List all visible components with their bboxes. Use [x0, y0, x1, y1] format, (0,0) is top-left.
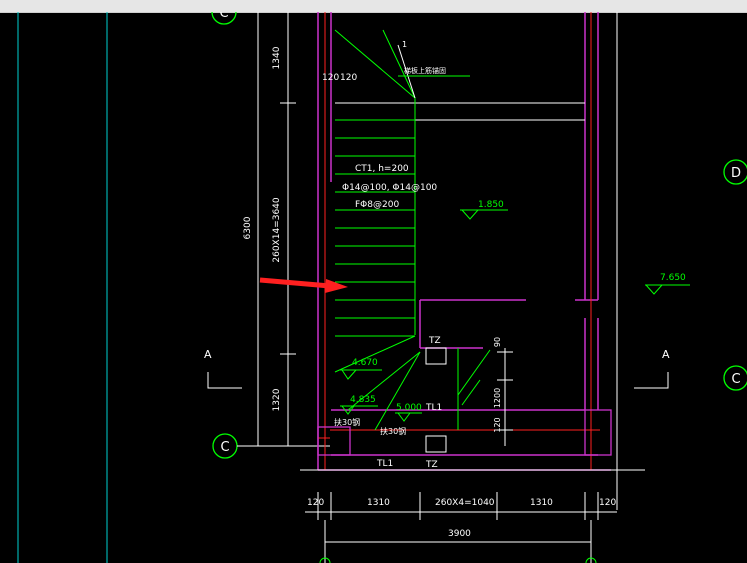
svg-text:梯板上筋锚固: 梯板上筋锚固 — [404, 66, 446, 75]
dim-bottom-seg4: 1310 — [530, 498, 553, 508]
svg-text:A: A — [662, 348, 670, 361]
svg-text:7.650: 7.650 — [660, 273, 686, 283]
rebar-note: Φ14@100, Φ14@100 — [342, 183, 437, 193]
elev-4835: 4.835 — [340, 395, 378, 415]
section-mark-left: A — [204, 348, 242, 389]
dim-wall-120-a: 120 — [322, 73, 339, 83]
section-mark-right: A — [634, 348, 670, 389]
dim-left-top: 1340 — [272, 46, 282, 69]
cad-drawing-canvas[interactable]: C C D C A A 1340 260X14=3640 6300 1320 1… — [0, 12, 747, 563]
tz-label-top: TZ — [428, 336, 441, 346]
tz-label-bottom: TZ — [425, 460, 438, 470]
tl1-label-a: TL1 — [425, 403, 442, 413]
dim-right-120: 120 — [493, 417, 502, 432]
column-bottom-left — [317, 426, 351, 456]
axis-bubble-c-right: C — [723, 365, 747, 391]
dim-right-90: 90 — [493, 337, 502, 347]
elev-5000: 5.000 — [395, 403, 422, 422]
dim-bottom-seg2: 1310 — [367, 498, 390, 508]
dim-wall-120-b: 120 — [340, 73, 357, 83]
dim-left-mid: 260X14=3640 — [272, 197, 282, 263]
elev-4670: 4.670 — [340, 358, 382, 380]
axis-bubble-d-right: D — [723, 159, 747, 185]
dist-rebar-note: FΦ8@200 — [355, 200, 399, 210]
dim-right-1200: 1200 — [493, 388, 502, 408]
svg-text:C: C — [731, 372, 740, 387]
svg-text:A: A — [204, 348, 212, 361]
dim-bottom-seg3: 260X4=1040 — [435, 498, 495, 508]
svg-text:4.670: 4.670 — [352, 358, 378, 368]
column-bottom-right — [584, 409, 612, 456]
svg-text:5.000: 5.000 — [396, 403, 422, 413]
svg-text:1.850: 1.850 — [478, 200, 504, 210]
axis-bubble-c-left: C — [212, 433, 238, 459]
handrail-note-b: 扶30钢 — [380, 426, 406, 436]
svg-text:4.835: 4.835 — [350, 395, 376, 405]
axis-bubble-c-top: C — [211, 12, 237, 25]
leader-note: 1 梯板上筋锚固 — [397, 40, 470, 99]
tz-box-top — [425, 347, 447, 365]
dim-left-overall: 6300 — [243, 216, 253, 239]
red-arrow — [259, 277, 348, 293]
stair-note: CT1, h=200 — [355, 164, 409, 174]
elev-right: 7.650 — [645, 273, 690, 295]
elev-landing: 1.850 — [460, 200, 508, 220]
dim-bottom-total: 3900 — [448, 529, 471, 539]
svg-text:D: D — [731, 166, 741, 181]
dim-bottom-seg5: 120 — [599, 498, 616, 508]
svg-text:1: 1 — [402, 40, 407, 49]
dim-bottom-seg1: 120 — [307, 498, 324, 508]
tl1-label-b: TL1 — [376, 459, 393, 469]
dim-left-bottom: 1320 — [272, 388, 282, 411]
tz-box-bottom — [425, 435, 447, 453]
svg-text:C: C — [220, 440, 229, 455]
svg-text:C: C — [219, 12, 228, 21]
handrail-note-a: 扶30钢 — [334, 417, 360, 427]
